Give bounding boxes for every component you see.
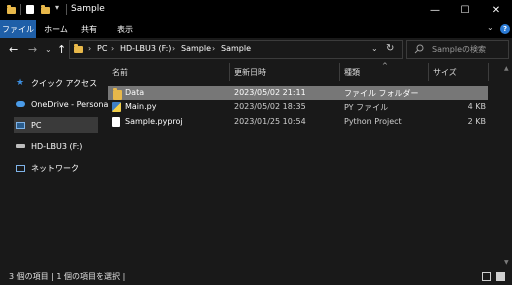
minimize-button[interactable]: — [420, 0, 450, 20]
file-modified: 2023/01/25 10:54 [234, 117, 306, 126]
sidebar-item-pc[interactable]: PC [16, 118, 41, 132]
scroll-down-icon[interactable]: ▼ [504, 259, 509, 266]
folder-icon [113, 88, 122, 100]
file-name: Main.py [125, 102, 157, 111]
vertical-scrollbar[interactable] [503, 63, 512, 267]
refresh-icon[interactable]: ↻ [386, 43, 394, 54]
column-divider[interactable] [229, 63, 230, 81]
file-type: Python Project [344, 117, 402, 126]
file-type: PY ファイル [344, 103, 389, 112]
file-size: 2 KB [467, 117, 486, 126]
sidebar-item-label: HD-LBU3 (F:) [31, 141, 83, 151]
maximize-button[interactable]: ☐ [450, 0, 480, 20]
sidebar-item-drive[interactable]: HD-LBU3 (F:) [16, 139, 82, 153]
expand-ribbon-icon[interactable]: ⌄ [487, 23, 494, 32]
address-dropdown-icon[interactable]: ⌄ [371, 44, 378, 53]
file-name: Sample.pyproj [125, 117, 183, 126]
table-row[interactable]: Sample.pyproj 2023/01/25 10:54 Python Pr… [108, 115, 488, 129]
divider [20, 4, 21, 15]
status-text: 3 個の項目 | 1 個の項目を選択 | [9, 272, 126, 281]
file-name: Data [125, 88, 145, 97]
help-icon[interactable]: ? [500, 24, 510, 34]
search-icon [414, 44, 424, 54]
cloud-icon [16, 101, 25, 107]
breadcrumb-separator[interactable]: › [111, 44, 114, 53]
column-divider[interactable] [428, 63, 429, 81]
python-file-icon [112, 102, 121, 112]
sidebar-item-quick-access[interactable]: ★ クイック アクセス [16, 76, 97, 90]
breadcrumb-separator[interactable]: › [212, 44, 215, 53]
breadcrumb-pc[interactable]: PC [97, 44, 107, 53]
sidebar-item-label: PC [31, 120, 42, 130]
file-type: ファイル フォルダー [344, 89, 419, 98]
column-divider[interactable] [488, 63, 489, 81]
breadcrumb-separator[interactable]: › [172, 44, 175, 53]
file-size: 4 KB [467, 102, 486, 111]
search-placeholder: Sampleの検索 [432, 45, 486, 54]
tab-file[interactable]: ファイル [0, 20, 36, 38]
document-icon [112, 117, 120, 127]
new-folder-icon[interactable] [41, 5, 50, 14]
breadcrumb-sample-current[interactable]: Sample [221, 44, 251, 53]
sidebar-item-label: クイック アクセス [31, 78, 98, 88]
details-view-icon[interactable] [482, 272, 491, 281]
tab-home[interactable]: ホーム [40, 20, 72, 38]
app-folder-icon [7, 5, 16, 14]
table-row[interactable]: Main.py 2023/05/02 18:35 PY ファイル 4 KB [108, 100, 488, 114]
file-modified: 2023/05/02 18:35 [234, 102, 306, 111]
computer-icon [16, 121, 25, 129]
large-icons-view-icon[interactable] [496, 272, 505, 281]
drive-icon [16, 144, 25, 148]
tab-share[interactable]: 共有 [76, 20, 102, 38]
column-divider[interactable] [339, 63, 340, 81]
sidebar-item-network[interactable]: ネットワーク [16, 161, 79, 175]
divider [66, 4, 67, 15]
properties-icon[interactable] [26, 5, 34, 14]
close-button[interactable]: ✕ [481, 0, 511, 20]
forward-button[interactable]: → [28, 43, 37, 56]
breadcrumb-sample[interactable]: Sample [181, 44, 211, 53]
breadcrumb-drive[interactable]: HD-LBU3 (F:) [120, 44, 171, 53]
window-title: Sample [71, 4, 105, 14]
recent-locations-button[interactable]: ⌄ [45, 45, 52, 54]
file-modified: 2023/05/02 21:11 [234, 88, 306, 97]
column-header-name[interactable]: 名前 [112, 67, 128, 78]
sidebar-item-label: OneDrive - Persona [31, 99, 109, 109]
customize-quick-access-icon[interactable]: ▾ [55, 3, 59, 12]
up-button[interactable]: ↑ [57, 43, 66, 56]
scroll-up-icon[interactable]: ▲ [504, 65, 509, 72]
location-folder-icon [74, 44, 83, 53]
column-header-modified[interactable]: 更新日時 [234, 67, 266, 78]
sort-indicator-icon: ^ [382, 62, 388, 70]
sidebar-item-onedrive[interactable]: OneDrive - Persona [16, 97, 108, 111]
network-icon [16, 164, 25, 172]
tab-view[interactable]: 表示 [112, 20, 138, 38]
back-button[interactable]: ← [9, 43, 18, 56]
breadcrumb-separator[interactable]: › [88, 44, 91, 53]
star-icon: ★ [16, 78, 25, 88]
column-header-size[interactable]: サイズ [433, 67, 457, 78]
table-row[interactable]: Data 2023/05/02 21:11 ファイル フォルダー [108, 86, 488, 100]
column-header-type[interactable]: 種類 [344, 67, 360, 78]
sidebar-item-label: ネットワーク [31, 163, 79, 173]
